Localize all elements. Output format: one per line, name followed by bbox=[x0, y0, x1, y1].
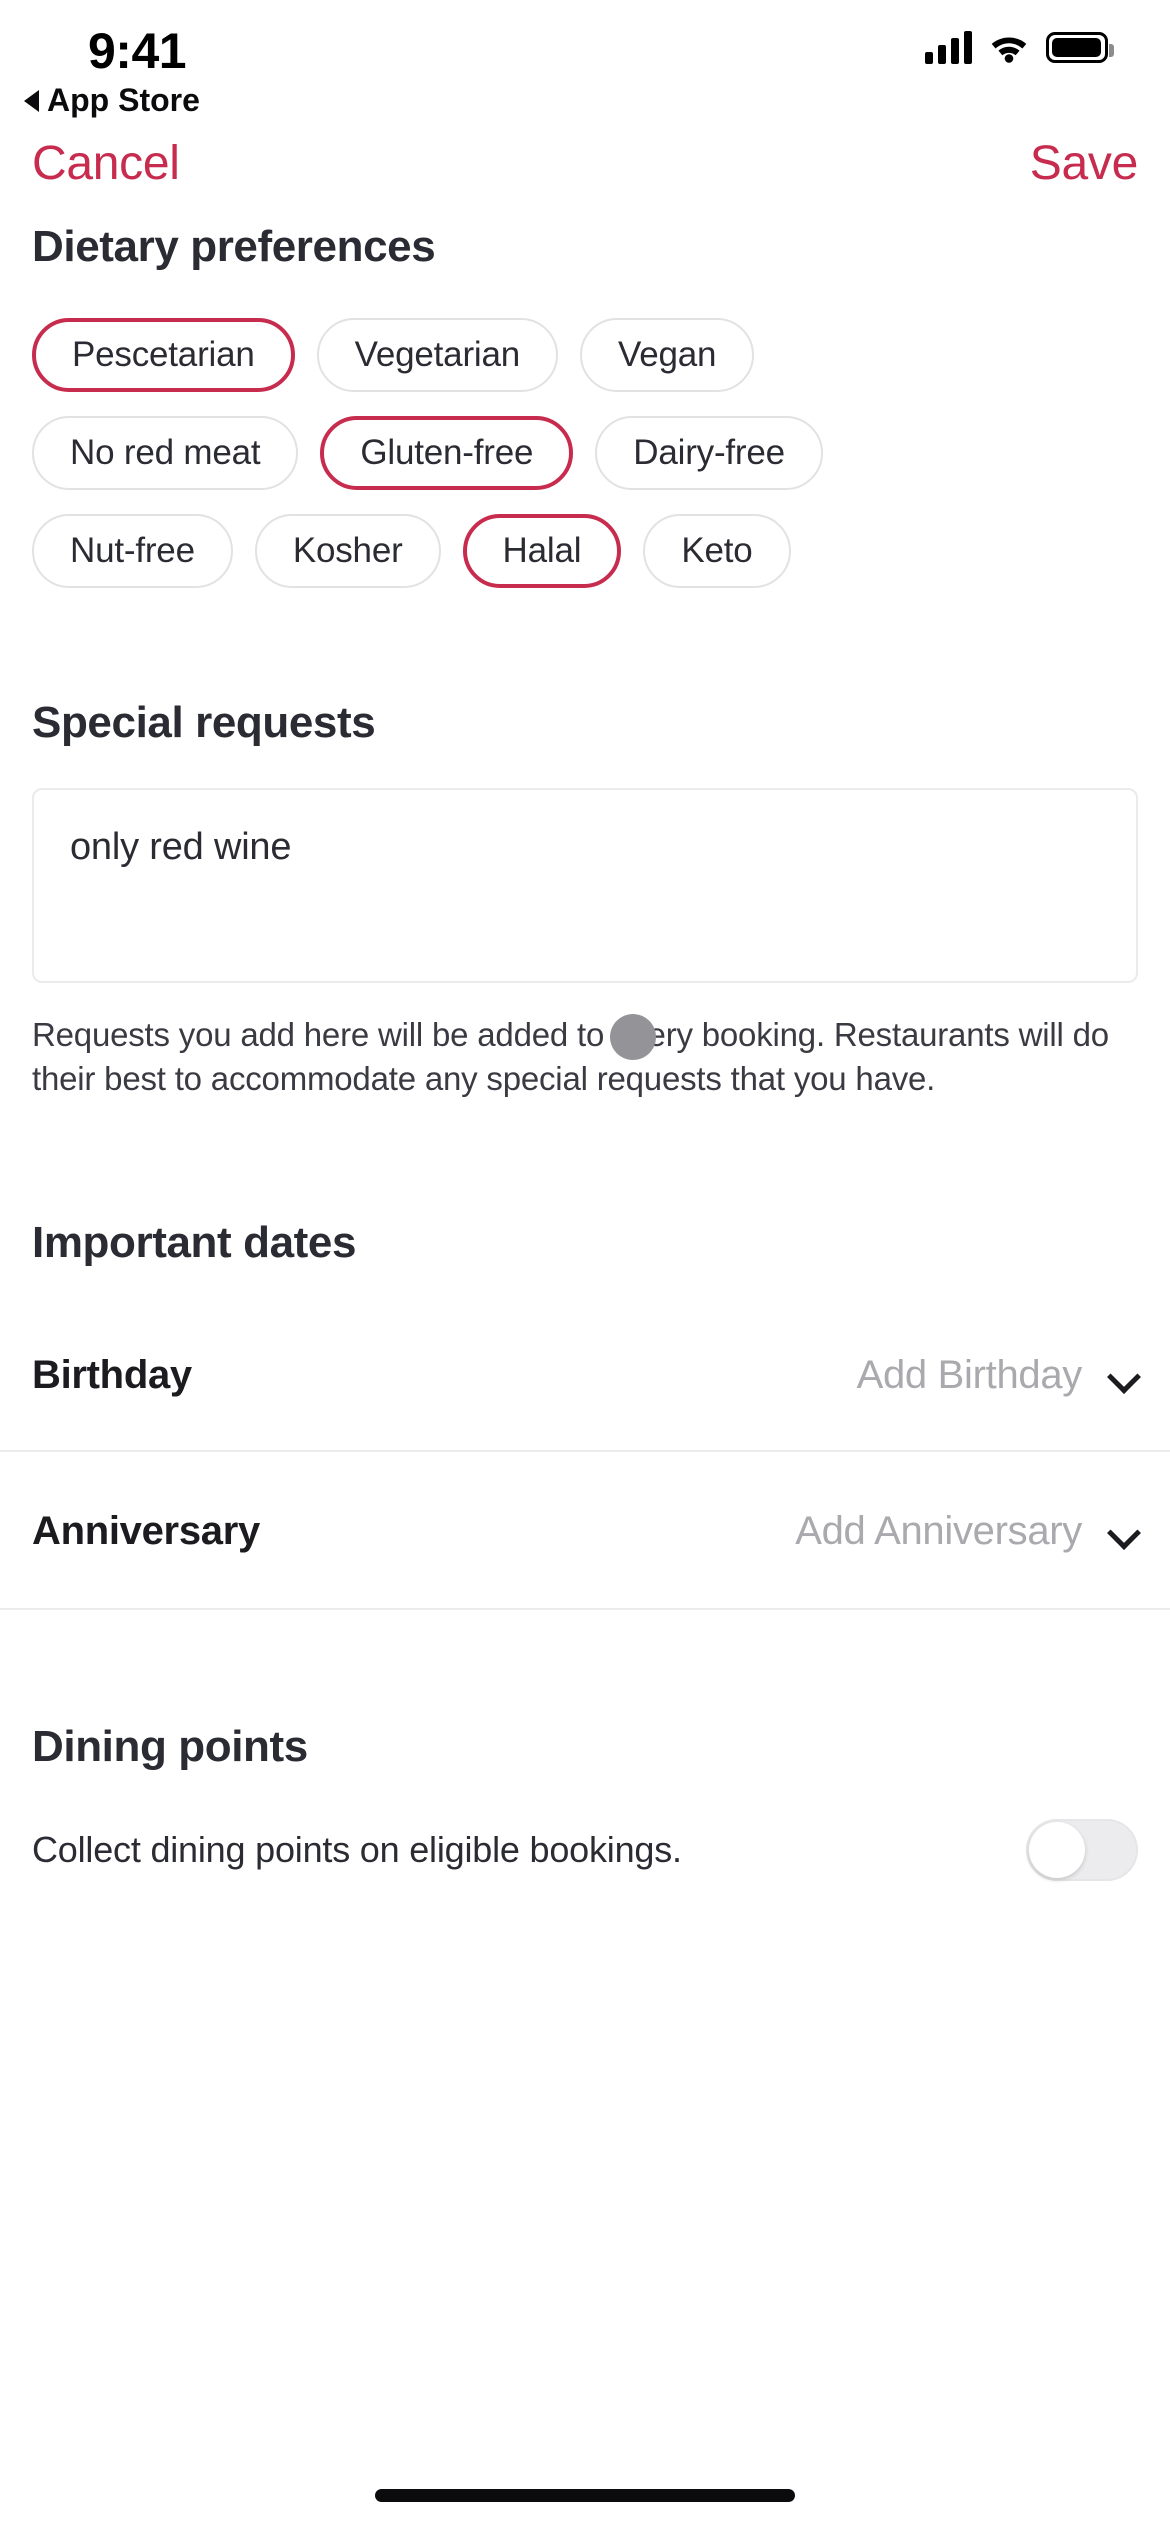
anniversary-value-group: Add Anniversary bbox=[795, 1509, 1138, 1554]
chip-label: Pescetarian bbox=[72, 335, 255, 374]
chip-no-red-meat[interactable]: No red meat bbox=[32, 416, 299, 490]
chip-label: Keto bbox=[681, 531, 753, 570]
anniversary-value: Add Anniversary bbox=[795, 1508, 1082, 1553]
chevron-down-icon[interactable] bbox=[1110, 1517, 1138, 1545]
toggle-knob bbox=[1029, 1822, 1085, 1879]
back-to-app-store-link[interactable]: App Store bbox=[24, 82, 200, 119]
chevron-down-icon[interactable] bbox=[1110, 1361, 1138, 1389]
birthday-row[interactable]: Birthday Add Birthday bbox=[0, 1328, 1170, 1422]
settings-content: Dietary preferences Pescetarian Vegetari… bbox=[0, 222, 1170, 1890]
status-bar-time: 9:41 bbox=[88, 23, 187, 79]
chip-label: Vegetarian bbox=[354, 335, 521, 374]
chip-label: Gluten-free bbox=[360, 433, 534, 472]
cellular-bars-icon bbox=[925, 30, 972, 64]
chip-nut-free[interactable]: Nut-free bbox=[32, 514, 233, 588]
special-requests-helper-text: Requests you add here will be added to e… bbox=[32, 1016, 1109, 1097]
chip-label: Kosher bbox=[292, 531, 403, 570]
dining-points-toggle[interactable] bbox=[1026, 1819, 1138, 1882]
chip-label: No red meat bbox=[70, 433, 261, 472]
chip-halal[interactable]: Halal bbox=[462, 514, 622, 588]
anniversary-label: Anniversary bbox=[32, 1508, 260, 1553]
touch-cursor-icon bbox=[610, 1014, 656, 1060]
chip-label: Dairy-free bbox=[633, 433, 785, 472]
battery-full-icon bbox=[1046, 31, 1114, 63]
birthday-value: Add Birthday bbox=[856, 1352, 1083, 1397]
chip-label: Halal bbox=[502, 531, 582, 570]
birthday-label: Birthday bbox=[32, 1352, 192, 1397]
chip-vegetarian[interactable]: Vegetarian bbox=[316, 318, 559, 392]
chip-kosher[interactable]: Kosher bbox=[254, 514, 441, 588]
status-bar-indicators bbox=[925, 30, 1114, 64]
dining-points-description: Collect dining points on eligible bookin… bbox=[32, 1829, 682, 1871]
chip-label: Vegan bbox=[618, 335, 717, 374]
chip-label: Nut-free bbox=[70, 531, 195, 570]
chip-gluten-free[interactable]: Gluten-free bbox=[320, 416, 574, 490]
important-dates-title: Important dates bbox=[32, 1218, 357, 1268]
chip-vegan[interactable]: Vegan bbox=[580, 318, 755, 392]
chip-dairy-free[interactable]: Dairy-free bbox=[595, 416, 823, 490]
dining-points-title: Dining points bbox=[32, 1722, 308, 1772]
dietary-preferences-title: Dietary preferences bbox=[32, 222, 436, 271]
wifi-icon bbox=[988, 31, 1030, 63]
triangle-left-icon bbox=[24, 89, 39, 112]
nav-bar: Cancel Save bbox=[0, 130, 1170, 222]
chip-keto[interactable]: Keto bbox=[643, 514, 791, 588]
birthday-value-group: Add Birthday bbox=[857, 1353, 1138, 1398]
special-requests-section: only red wine Requests you add here will… bbox=[0, 788, 1170, 1100]
back-to-app-label: App Store bbox=[47, 82, 200, 118]
special-requests-title: Special requests bbox=[32, 698, 376, 747]
cancel-button[interactable]: Cancel bbox=[32, 136, 180, 191]
anniversary-row[interactable]: Anniversary Add Anniversary bbox=[0, 1484, 1170, 1578]
chip-pescetarian[interactable]: Pescetarian bbox=[32, 318, 295, 392]
home-indicator-icon bbox=[375, 2489, 795, 2502]
special-requests-input[interactable]: only red wine bbox=[32, 788, 1138, 983]
dietary-preferences-chip-group: Pescetarian Vegetarian Vegan No red meat… bbox=[0, 272, 1060, 588]
dining-points-row: Collect dining points on eligible bookin… bbox=[0, 1810, 1170, 1890]
save-button[interactable]: Save bbox=[1030, 136, 1139, 191]
